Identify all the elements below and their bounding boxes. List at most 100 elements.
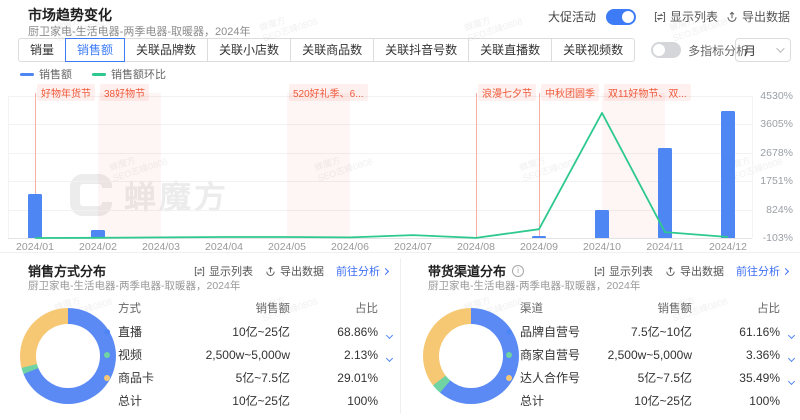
export-data-button[interactable]: 导出数据 <box>265 263 324 279</box>
promo-band <box>98 93 161 238</box>
legend-item-销售额[interactable]: 销售额 <box>20 66 72 82</box>
table-row[interactable]: 视频2,500w~5,000w2.13% <box>104 343 388 366</box>
expand-chevron-icon[interactable] <box>788 331 795 338</box>
export-icon <box>665 266 676 277</box>
tab-关联抖音号数[interactable]: 关联抖音号数 <box>373 38 469 62</box>
sales-bar <box>532 236 546 238</box>
tab-销售额[interactable]: 销售额 <box>65 38 125 62</box>
table-header-row: 方式销售额占比 <box>104 296 388 320</box>
sales-method-donut-chart[interactable] <box>20 308 116 404</box>
chart-legend: 销售额 销售额环比 <box>20 66 166 82</box>
goto-analysis-link[interactable]: 前往分析 <box>736 263 788 279</box>
row-dot-cell <box>506 352 520 358</box>
tab-bar: 销量销售额关联品牌数关联小店数关联商品数关联抖音号数关联直播数关联视频数 <box>18 38 635 62</box>
promo-annotation-label: 中秋团圆季 <box>541 84 599 101</box>
sales-bar <box>721 111 735 238</box>
share-cell: 29.01% <box>290 371 378 385</box>
tab-关联小店数[interactable]: 关联小店数 <box>207 38 291 62</box>
period-select[interactable]: 月 <box>735 38 791 62</box>
tab-关联商品数[interactable]: 关联商品数 <box>290 38 374 62</box>
promo-toggle[interactable] <box>606 9 636 25</box>
series-dot <box>506 352 512 358</box>
tab-销量[interactable]: 销量 <box>18 38 66 62</box>
legend-item-销售额环比[interactable]: 销售额环比 <box>92 66 166 82</box>
table-row: 商品卡5亿~7.5亿29.01% <box>104 366 388 389</box>
promo-annotation-label: 双11好物节、双... <box>604 84 691 101</box>
sales-cell: 2,500w~5,000w <box>204 348 290 362</box>
share-cell: 61.16% <box>692 325 780 339</box>
export-data-button[interactable]: 导出数据 <box>726 8 790 25</box>
expand-chevron-icon[interactable] <box>386 354 393 361</box>
expand-chevron-icon[interactable] <box>788 354 795 361</box>
sales-bar <box>91 230 105 238</box>
y-axis-tick: 3605% <box>753 118 793 130</box>
tab-关联视频数[interactable]: 关联视频数 <box>551 38 635 62</box>
multi-metric-group: 多指标分析 <box>651 42 748 59</box>
tab-关联品牌数[interactable]: 关联品牌数 <box>124 38 208 62</box>
table-row: 总计10亿~25亿100% <box>104 389 388 412</box>
expand-chevron-icon[interactable] <box>788 377 795 384</box>
legend-marker <box>20 73 34 76</box>
panel-subtitle: 厨卫家电-生活电器-两季电器-取暖器，2024年 <box>28 278 240 293</box>
expand-chevron-icon[interactable] <box>386 331 393 338</box>
panel-table: 方式销售额占比直播10亿~25亿68.86%视频2,500w~5,000w2.1… <box>104 296 388 412</box>
table-row[interactable]: 品牌自营号7.5亿~10亿61.16% <box>506 320 790 343</box>
show-list-button[interactable]: 显示列表 <box>194 263 253 279</box>
row-dot-cell <box>506 375 520 381</box>
page-title: 市场趋势变化 <box>28 5 112 25</box>
share-cell: 68.86% <box>290 325 378 339</box>
show-list-button[interactable]: 显示列表 <box>654 8 718 25</box>
promo-annotation-label: 38好物节 <box>100 84 149 101</box>
table-row[interactable]: 直播10亿~25亿68.86% <box>104 320 388 343</box>
y-axis-tick: -103% <box>753 232 793 244</box>
sales-cell: 2,500w~5,000w <box>606 348 692 362</box>
chevron-right-icon <box>382 267 389 274</box>
panel-actions: 显示列表 导出数据 前往分析 <box>594 263 788 279</box>
toggle-knob <box>653 44 665 56</box>
export-icon <box>726 11 738 23</box>
row-dot-cell <box>104 352 118 358</box>
legend-marker <box>92 73 106 76</box>
series-dot <box>506 329 512 335</box>
page-subtitle: 厨卫家电-生活电器-两季电器-取暖器，2024年 <box>28 23 250 39</box>
table-row: 总计10亿~25亿100% <box>506 389 790 412</box>
export-data-button[interactable]: 导出数据 <box>665 263 724 279</box>
promo-annotation-label: 520好礼季、6... <box>289 84 368 101</box>
sales-cell: 7.5亿~10亿 <box>606 323 692 340</box>
tab-关联直播数[interactable]: 关联直播数 <box>468 38 552 62</box>
sales-bar <box>595 210 609 238</box>
axis-left <box>8 96 9 238</box>
sales-channel-donut-chart[interactable] <box>423 308 519 404</box>
col-header: 销售额 <box>606 300 692 316</box>
multi-metric-toggle[interactable] <box>651 42 681 58</box>
info-icon[interactable]: i <box>512 265 524 277</box>
list-swap-icon <box>594 266 605 277</box>
series-dot <box>506 375 512 381</box>
col-header: 销售额 <box>204 300 290 316</box>
y-axis-tick: 2678% <box>753 147 793 159</box>
promo-annotation-label: 浪漫七夕节 <box>478 84 536 101</box>
legend-label: 销售额 <box>39 66 72 82</box>
donut-hole <box>36 324 100 388</box>
sales-bar <box>658 148 672 238</box>
row-label: 达人合作号 <box>520 369 606 386</box>
table-row[interactable]: 达人合作号5亿~7.5亿35.49% <box>506 366 790 389</box>
list-swap-icon <box>194 266 205 277</box>
watermark-tile: 蝉魔方 SEO志峰0808 <box>518 146 579 185</box>
col-header: 渠道 <box>520 300 606 316</box>
export-icon <box>265 266 276 277</box>
metric-tab-bar: 销量销售额关联品牌数关联小店数关联商品数关联抖音号数关联直播数关联视频数 多指标… <box>18 38 748 62</box>
row-dot-cell <box>506 329 520 335</box>
promo-line <box>476 93 477 238</box>
row-dot-cell <box>104 329 118 335</box>
row-label: 商家自营号 <box>520 346 606 363</box>
col-header: 占比 <box>692 300 780 316</box>
show-list-button[interactable]: 显示列表 <box>594 263 653 279</box>
panel-subtitle: 厨卫家电-生活电器-两季电器-取暖器，2024年 <box>428 278 640 293</box>
y-axis-tick: 824% <box>753 204 793 216</box>
goto-analysis-link[interactable]: 前往分析 <box>336 263 388 279</box>
sales-cell: 10亿~25亿 <box>204 392 290 409</box>
table-row[interactable]: 商家自营号2,500w~5,000w3.36% <box>506 343 790 366</box>
sales-cell: 5亿~7.5亿 <box>204 369 290 386</box>
axis-right <box>752 96 753 238</box>
